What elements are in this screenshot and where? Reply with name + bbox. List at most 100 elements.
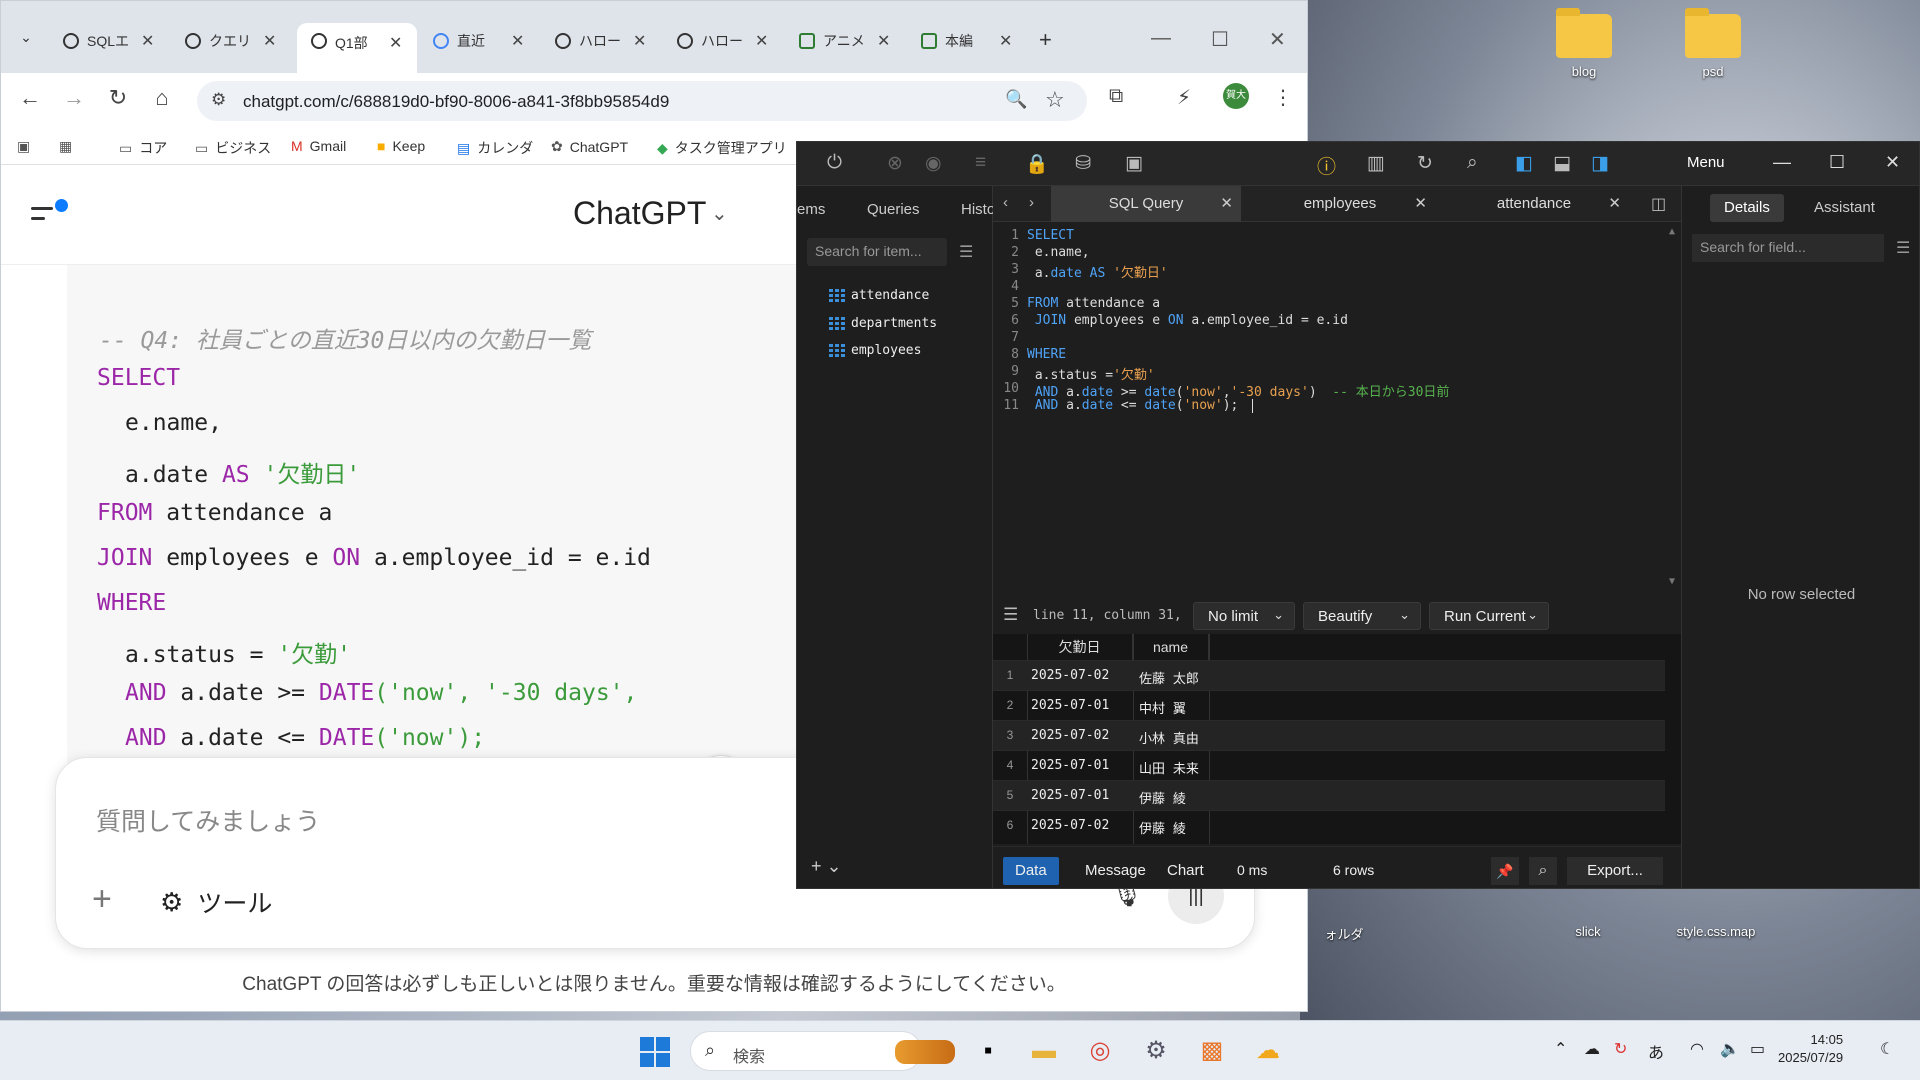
browser-tab[interactable]: 本編 ✕ xyxy=(907,25,1027,57)
desktop-icon-style-css-map[interactable]: style.css.map xyxy=(1668,924,1764,939)
field-search-input[interactable]: Search for field... xyxy=(1692,234,1884,262)
desktop-icon-psd[interactable]: psd xyxy=(1665,8,1761,79)
tab-chart[interactable]: Chart xyxy=(1155,857,1216,885)
pin-icon[interactable]: 📌 xyxy=(1491,857,1519,885)
chrome-icon[interactable]: ◎ xyxy=(1084,1035,1116,1067)
show-hidden-icons-chevron-icon[interactable]: ⌃ xyxy=(1554,1039,1567,1059)
profile-avatar[interactable]: 賀大 xyxy=(1223,83,1249,109)
chrome-menu-icon[interactable]: ⋮ xyxy=(1273,85,1293,110)
home-icon[interactable]: ⌂ xyxy=(147,85,177,111)
zoom-icon[interactable]: 🔍 xyxy=(1005,89,1027,110)
toggle-right-panel-icon[interactable]: ◨ xyxy=(1591,152,1609,175)
export-button[interactable]: Export... xyxy=(1567,857,1663,885)
tools-button[interactable]: ⚙ ツール xyxy=(160,884,272,920)
url-text[interactable]: chatgpt.com/c/688819d0-bf90-8006-a841-3f… xyxy=(243,92,669,112)
maximize-button[interactable]: ☐ xyxy=(1211,27,1229,52)
scroll-up-arrow-icon[interactable]: ▲ xyxy=(1669,226,1675,237)
limit-dropdown[interactable]: No limit ⌄ xyxy=(1193,602,1295,630)
beautify-button[interactable]: Beautify ⌄ xyxy=(1303,602,1421,630)
open-sidebar-icon[interactable] xyxy=(31,197,71,227)
plug-icon[interactable]: ⏻ xyxy=(827,152,842,174)
bookmark-folder-core[interactable]: ▭ コア xyxy=(119,138,167,158)
table-row[interactable]: 1 2025-07-02 佐藤 太郎 xyxy=(993,660,1665,690)
volume-icon[interactable]: 🔈 xyxy=(1720,1039,1740,1059)
bookmark-folder-business[interactable]: ▭ ビジネス xyxy=(195,138,271,158)
forward-arrow-icon[interactable]: → xyxy=(59,85,89,111)
chevron-left-icon[interactable]: ‹ xyxy=(1003,194,1008,211)
split-view-icon[interactable]: ◫ xyxy=(1651,194,1666,214)
filter-icon[interactable]: ☰ xyxy=(1896,238,1910,258)
update-icon[interactable]: ↻ xyxy=(1614,1039,1627,1059)
new-tab-button[interactable]: + xyxy=(1039,27,1052,53)
task-view-icon[interactable]: ▪ xyxy=(972,1035,1004,1067)
refresh-icon[interactable]: ↻ xyxy=(1417,152,1433,175)
tab-queries[interactable]: Queries xyxy=(867,201,920,218)
item-search-input[interactable]: Search for item... xyxy=(807,238,947,266)
browser-tab[interactable]: ハロー ✕ xyxy=(541,25,661,57)
close-tab-icon[interactable]: ✕ xyxy=(389,33,409,53)
menu-button[interactable]: Menu xyxy=(1687,154,1725,171)
disconnect-icon[interactable]: ⊗ xyxy=(887,152,903,175)
table-item-departments[interactable]: departments xyxy=(829,316,937,331)
sql-icon[interactable]: ▣ xyxy=(1125,152,1143,175)
query-tab-employees[interactable]: employees ✕ xyxy=(1245,186,1435,222)
close-tab-icon[interactable]: ✕ xyxy=(755,31,775,51)
close-window-button[interactable]: ✕ xyxy=(1269,27,1286,52)
table-item-employees[interactable]: employees xyxy=(829,343,921,358)
tab-message[interactable]: Message xyxy=(1073,857,1158,885)
query-tab-sql-query[interactable]: SQL Query ✕ xyxy=(1051,186,1241,222)
table-row[interactable]: 5 2025-07-01 伊藤 綾 xyxy=(993,780,1665,810)
extensions-icon[interactable]: ⧉ xyxy=(1109,85,1123,108)
reading-mode-icon[interactable]: ▣ xyxy=(17,138,37,155)
chart-icon[interactable]: ▥ xyxy=(1367,152,1385,175)
site-settings-icon[interactable]: ⚙ xyxy=(211,90,226,110)
apps-grid-icon[interactable]: ▦ xyxy=(59,138,79,155)
close-tab-icon[interactable]: ✕ xyxy=(511,31,531,51)
close-tab-icon[interactable]: ✕ xyxy=(1608,186,1621,222)
chevron-right-icon[interactable]: › xyxy=(1029,194,1034,211)
back-arrow-icon[interactable]: ← xyxy=(15,85,45,111)
bookmark-keep[interactable]: ■ Keep xyxy=(377,138,425,154)
browser-tab[interactable]: ハロー ✕ xyxy=(663,25,783,57)
settings-gear-icon[interactable]: ⚙ xyxy=(1140,1035,1172,1067)
desktop-icon-folder[interactable]: ォルダ xyxy=(1296,924,1392,943)
eye-icon[interactable]: ◉ xyxy=(925,152,942,175)
tab-assistant[interactable]: Assistant xyxy=(1800,194,1889,222)
battery-icon[interactable]: ▭ xyxy=(1750,1039,1765,1059)
db-browser-app-icon[interactable]: ☁ xyxy=(1252,1035,1284,1067)
tab-search-button[interactable]: ⌄ xyxy=(11,29,41,53)
address-bar[interactable]: ⚙ chatgpt.com/c/688819d0-bf90-8006-a841-… xyxy=(197,81,1087,121)
tab-history[interactable]: Histo xyxy=(961,201,993,218)
search-icon[interactable]: ⌕ xyxy=(1467,152,1478,174)
app-icon[interactable]: ▩ xyxy=(1196,1035,1228,1067)
close-tab-icon[interactable]: ✕ xyxy=(1414,186,1427,222)
add-attachment-icon[interactable]: + xyxy=(92,880,112,919)
search-icon[interactable]: ⌕ xyxy=(1529,857,1557,885)
browser-tab[interactable]: アニメ ✕ xyxy=(785,25,905,57)
reload-icon[interactable]: ↻ xyxy=(103,85,133,111)
table-item-attendance[interactable]: attendance xyxy=(829,288,929,303)
add-item-button[interactable]: + ⌄ xyxy=(811,856,842,877)
model-selector-title[interactable]: ChatGPT xyxy=(573,195,706,232)
settings-sliders-icon[interactable]: ☰ xyxy=(1003,605,1018,625)
bookmark-calendar[interactable]: ▤ カレンダ xyxy=(457,138,533,158)
notifications-icon[interactable]: ☾ xyxy=(1880,1039,1894,1059)
close-tab-icon[interactable]: ✕ xyxy=(999,31,1019,51)
tab-data[interactable]: Data xyxy=(1003,857,1059,885)
toggle-left-panel-icon[interactable]: ◧ xyxy=(1515,152,1533,175)
browser-tab[interactable]: SQLエ ✕ xyxy=(49,25,169,57)
table-row[interactable]: 3 2025-07-02 小林 真由 xyxy=(993,720,1665,750)
query-tab-attendance[interactable]: attendance ✕ xyxy=(1439,186,1629,222)
desktop-icon-blog[interactable]: blog xyxy=(1536,8,1632,79)
minimize-button[interactable]: — xyxy=(1773,152,1791,173)
ime-indicator[interactable]: あ xyxy=(1648,1039,1664,1063)
table-row[interactable]: 2 2025-07-01 中村 翼 xyxy=(993,690,1665,720)
column-header[interactable]: name xyxy=(1133,634,1209,660)
lock-icon[interactable]: 🔒 xyxy=(1025,152,1049,176)
list-icon[interactable]: ≡ xyxy=(975,152,986,174)
bookmark-star-icon[interactable]: ☆ xyxy=(1045,87,1065,113)
taskbar-search[interactable]: ⌕ 検索 xyxy=(690,1031,955,1071)
chevron-down-icon[interactable]: ⌄ xyxy=(711,201,728,226)
browser-tab[interactable]: クエリ ✕ xyxy=(171,25,291,57)
performance-icon[interactable]: ⚡ xyxy=(1177,85,1191,110)
